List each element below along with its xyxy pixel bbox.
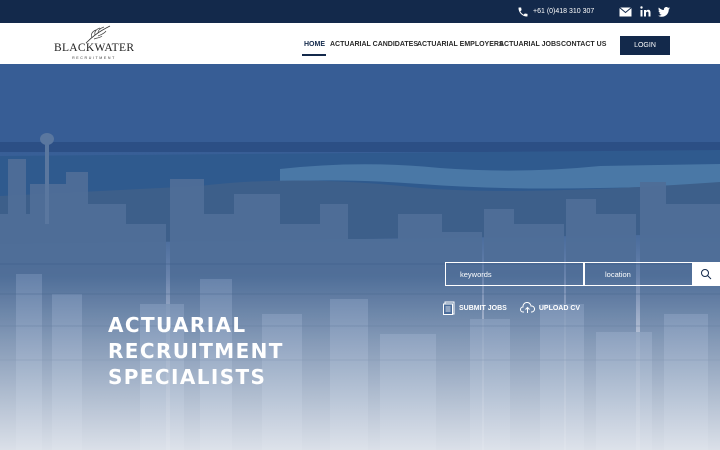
brand-name: BLACKWATER xyxy=(54,42,135,54)
phone-icon xyxy=(518,7,528,16)
mail-link[interactable] xyxy=(619,4,632,19)
mail-icon xyxy=(619,6,632,16)
job-search-bar: keywords location xyxy=(445,262,720,286)
linkedin-link[interactable] xyxy=(640,4,651,19)
hero-title-line-1: ACTUARIAL xyxy=(108,313,247,337)
upload-cv-link[interactable]: UPLOAD CV xyxy=(519,302,581,314)
document-icon xyxy=(443,301,455,315)
hero-section: ACTUARIAL RECRUITMENT SPECIALISTS xyxy=(0,64,720,450)
submit-jobs-label: SUBMIT JOBS xyxy=(459,304,507,312)
brand-tagline: RECRUITMENT xyxy=(72,56,116,60)
twitter-link[interactable] xyxy=(658,4,670,19)
hero-title-line-3: SPECIALISTS xyxy=(108,365,267,389)
city-skyline-image xyxy=(0,64,720,450)
nav-contact-us[interactable]: CONTACT US xyxy=(561,41,606,53)
phone-number: +61 (0)418 310 307 xyxy=(533,8,595,15)
main-nav: HOME xyxy=(304,41,325,53)
login-button[interactable]: LOGIN xyxy=(620,36,670,55)
location-input[interactable]: location xyxy=(585,262,692,286)
site-header: BLACKWATER RECRUITMENT HOME ACTUARIAL CA… xyxy=(0,23,720,64)
phone-contact[interactable]: +61 (0)418 310 307 xyxy=(517,4,594,19)
active-nav-underline xyxy=(302,54,326,56)
nav-home[interactable]: HOME xyxy=(304,41,325,53)
hero-title: ACTUARIAL RECRUITMENT SPECIALISTS xyxy=(108,312,284,390)
nav-actuarial-employers[interactable]: ACTUARIAL EMPLOYERS xyxy=(417,41,504,53)
keywords-placeholder: keywords xyxy=(460,269,492,279)
hero-actions: SUBMIT JOBS UPLOAD CV xyxy=(443,301,580,315)
nav-group-3: ACTUARIAL EMPLOYERS xyxy=(417,41,504,53)
submit-jobs-link[interactable]: SUBMIT JOBS xyxy=(443,301,507,315)
keywords-input[interactable]: keywords xyxy=(445,262,585,286)
nav-actuarial-candidates[interactable]: ACTUARIAL CANDIDATES xyxy=(330,41,418,53)
nav-group-4: ACTUARIAL JOBS xyxy=(499,41,561,53)
cloud-upload-icon xyxy=(519,302,535,313)
linkedin-icon xyxy=(640,6,651,17)
nav-actuarial-jobs[interactable]: ACTUARIAL JOBS xyxy=(499,41,561,53)
nav-group-5: CONTACT US xyxy=(561,41,606,53)
location-placeholder: location xyxy=(605,269,631,279)
twitter-icon xyxy=(658,6,670,17)
search-icon xyxy=(701,269,712,280)
search-button[interactable] xyxy=(692,262,720,286)
nav-group-2: ACTUARIAL CANDIDATES xyxy=(330,41,418,53)
brand-logo[interactable]: BLACKWATER RECRUITMENT xyxy=(54,25,134,63)
hero-title-line-2: RECRUITMENT xyxy=(108,339,284,363)
top-bar: +61 (0)418 310 307 xyxy=(0,0,720,23)
upload-cv-label: UPLOAD CV xyxy=(538,304,581,312)
